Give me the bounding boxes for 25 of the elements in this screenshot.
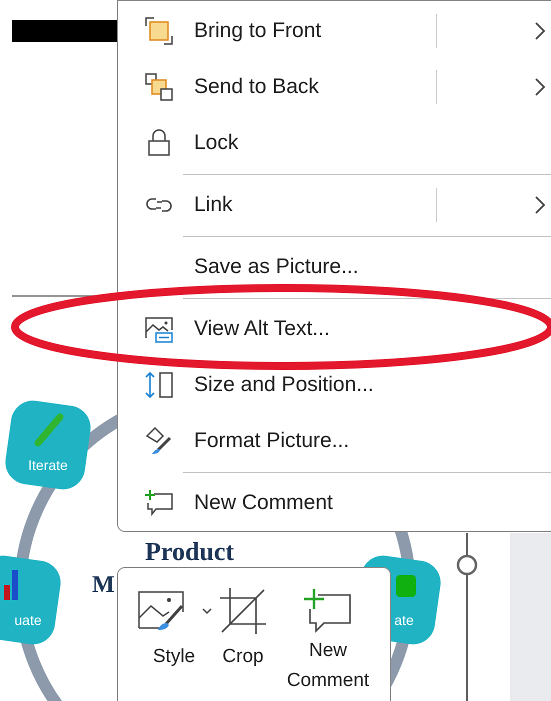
menu-item[interactable]: Save as Picture... [118,239,551,295]
resize-icon [144,370,174,400]
new-comment-icon [304,589,352,633]
menu-item[interactable]: Link [118,177,551,233]
toolbar-button[interactable]: Crop [220,580,266,672]
paint-brush-icon [144,426,174,456]
tile-label: Iterate [28,457,68,473]
menu-item[interactable]: Size and Position... [118,357,551,413]
menu-item[interactable]: Bring to Front [118,3,551,59]
tile-label: uate [14,612,42,628]
slide-title: M [92,572,115,598]
toolbar-button[interactable]: New Comment [282,580,374,696]
new-comment-icon [144,488,174,518]
menu-item[interactable]: Send to Back [118,59,551,115]
tile-label: ate [394,612,414,628]
resize-handle-icon[interactable] [456,533,478,701]
crop-icon [220,588,266,634]
bring-to-front-icon [144,16,174,46]
slide-title: Product [145,537,234,566]
menu-item[interactable]: View Alt Text... [118,301,551,357]
menu-item[interactable]: New Comment [118,475,551,531]
menu-item[interactable]: Format Picture... [118,413,551,469]
toolbar-button[interactable]: Style [136,580,212,672]
menu-item[interactable]: Lock [118,115,551,171]
send-to-back-icon [144,72,174,102]
